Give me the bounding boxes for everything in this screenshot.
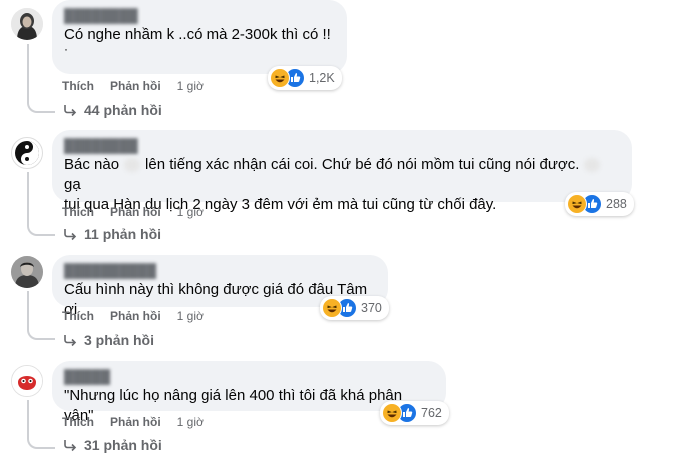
blurred-emoji: [124, 158, 141, 173]
view-replies-button[interactable]: 11 phản hồi: [62, 226, 161, 242]
reaction-count: 370: [361, 301, 382, 315]
haha-icon: [382, 403, 402, 423]
replies-label: 31 phản hồi: [84, 437, 162, 453]
view-replies-button[interactable]: 44 phản hồi: [62, 102, 162, 118]
comment-bubble: ████████ Bác nào lên tiếng xác nhận cái c…: [52, 130, 632, 213]
comment-actions: Thích Phản hồi 1 giờ: [62, 79, 204, 93]
like-button[interactable]: Thích: [62, 309, 94, 323]
avatar[interactable]: [11, 365, 43, 397]
timestamp[interactable]: 1 giờ: [177, 309, 204, 323]
reply-button[interactable]: Phản hồi: [110, 205, 161, 219]
timestamp[interactable]: 1 giờ: [177, 205, 204, 219]
comment-text: Có nghe nhầm k ..có mà 2-300k thì có !! …: [64, 26, 331, 56]
commenter-name[interactable]: ██████████: [64, 263, 234, 279]
reply-arrow-icon: [64, 335, 77, 347]
view-replies-button[interactable]: 3 phản hồi: [62, 332, 154, 348]
reply-arrow-icon: [64, 105, 77, 117]
reaction-count: 762: [421, 406, 442, 420]
replies-label: 44 phản hồi: [84, 102, 162, 118]
reply-button[interactable]: Phản hồi: [110, 309, 161, 323]
like-button[interactable]: Thích: [62, 415, 94, 429]
timestamp[interactable]: 1 giờ: [177, 415, 204, 429]
replies-label: 3 phản hồi: [84, 332, 154, 348]
blurred-emoji: [584, 158, 601, 173]
replies-label: 11 phản hồi: [84, 226, 162, 242]
commenter-name[interactable]: █████: [64, 369, 134, 385]
like-button[interactable]: Thích: [62, 205, 94, 219]
reaction-summary[interactable]: 288: [565, 192, 634, 216]
avatar[interactable]: [11, 137, 43, 169]
comment-actions: Thích Phản hồi 1 giờ: [62, 415, 204, 429]
haha-icon: [270, 68, 290, 88]
comment-bubble: ████████ Có nghe nhầm k ..có mà 2-300k t…: [52, 0, 347, 74]
reply-button[interactable]: Phản hồi: [110, 79, 161, 93]
reaction-count: 1,2K: [309, 71, 335, 85]
comment-actions: Thích Phản hồi 1 giờ: [62, 309, 204, 323]
reaction-summary[interactable]: 370: [320, 296, 389, 320]
commenter-name[interactable]: ████████: [64, 8, 214, 24]
avatar[interactable]: [11, 256, 43, 288]
haha-icon: [567, 194, 587, 214]
comment-actions: Thích Phản hồi 1 giờ: [62, 205, 204, 219]
view-replies-button[interactable]: 31 phản hồi: [62, 437, 162, 453]
haha-icon: [322, 298, 342, 318]
timestamp[interactable]: 1 giờ: [177, 79, 204, 93]
reaction-count: 288: [606, 197, 627, 211]
like-button[interactable]: Thích: [62, 79, 94, 93]
avatar[interactable]: [11, 8, 43, 40]
reaction-summary[interactable]: 1,2K: [268, 66, 342, 90]
commenter-name[interactable]: ████████: [64, 138, 194, 154]
reply-arrow-icon: [64, 440, 77, 452]
reaction-summary[interactable]: 762: [380, 401, 449, 425]
reply-button[interactable]: Phản hồi: [110, 415, 161, 429]
reply-arrow-icon: [64, 229, 77, 241]
